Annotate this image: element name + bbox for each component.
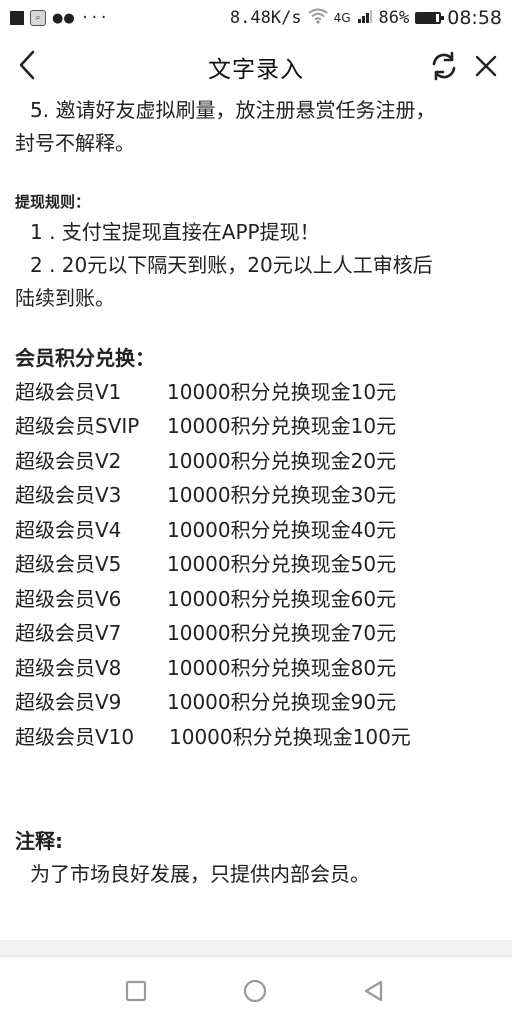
- system-back-button[interactable]: [358, 975, 390, 1007]
- wechat-icon: ●●: [52, 10, 75, 26]
- withdraw-rule-2-line-1: 2 . 20元以下隔天到账，20元以上人工审核后: [30, 253, 433, 277]
- member-level-name: 超级会员V9: [15, 690, 122, 715]
- close-button[interactable]: [470, 48, 502, 84]
- signal-label: 4G: [333, 11, 351, 25]
- rule-5-line-1: 5. 邀请好友虚拟刷量，放注册悬赏任务注册，: [30, 98, 436, 122]
- withdraw-heading: 提现规则：: [15, 193, 91, 211]
- bottom-divider: [0, 940, 512, 956]
- member-level-name: 超级会员V4: [15, 517, 122, 542]
- square-recent-apps-icon: [125, 980, 147, 1002]
- exchange-heading: 会员积分兑换：: [15, 346, 155, 370]
- status-bar: ⌕ ●● ··· 8.48K/s 4G 86% 08:58: [0, 0, 512, 36]
- status-bar-left: ⌕ ●● ···: [10, 10, 109, 26]
- member-exchange-rate: 10000积分兑换现金30元: [167, 483, 397, 508]
- circle-home-icon: [243, 979, 267, 1003]
- member-exchange-rate: 10000积分兑换现金50元: [167, 552, 397, 577]
- withdraw-rule-1: 1 . 支付宝提现直接在APP提现！: [30, 220, 320, 244]
- member-row: 超级会员V7 10000积分兑换现金70元: [15, 617, 500, 652]
- search-app-icon: ⌕: [30, 10, 46, 26]
- square-notification-icon: [10, 11, 24, 25]
- member-level-name: 超级会员V1: [15, 379, 122, 404]
- note-text: 为了市场良好发展，只提供内部会员。: [30, 861, 370, 886]
- member-level-name: 超级会员V3: [15, 483, 122, 508]
- member-row: 超级会员V10 10000积分兑换现金100元: [15, 720, 500, 755]
- member-row: 超级会员SVIP 10000积分兑换现金10元: [15, 410, 500, 445]
- triangle-back-icon: [364, 980, 383, 1002]
- member-row: 超级会员V9 10000积分兑换现金90元: [15, 686, 500, 721]
- member-level-name: 超级会员SVIP: [15, 414, 140, 439]
- note-heading: 注释:: [15, 828, 63, 853]
- member-exchange-rate: 10000积分兑换现金80元: [167, 655, 397, 680]
- rules-content: 5. 邀请好友虚拟刷量，放注册悬赏任务注册， 封号不解释。 提现规则： 1 . …: [15, 94, 500, 891]
- member-level-name: 超级会员V8: [15, 655, 122, 680]
- recent-apps-button[interactable]: [120, 975, 152, 1007]
- rule-5-line-2: 封号不解释。: [15, 131, 135, 155]
- member-exchange-rate: 10000积分兑换现金20元: [167, 448, 397, 473]
- member-row: 超级会员V4 10000积分兑换现金40元: [15, 513, 500, 548]
- home-button[interactable]: [239, 975, 271, 1007]
- network-speed: 8.48K/s: [229, 8, 302, 28]
- battery-icon: [415, 12, 445, 24]
- member-level-name: 超级会员V5: [15, 552, 122, 577]
- member-level-name: 超级会员V10: [15, 724, 135, 749]
- member-level-name: 超级会员V7: [15, 621, 122, 646]
- member-exchange-list: 超级会员V1 10000积分兑换现金10元 超级会员SVIP 10000积分兑换现金1…: [15, 375, 500, 755]
- member-exchange-rate: 10000积分兑换现金70元: [167, 621, 397, 646]
- app-header: 文字录入: [0, 40, 512, 90]
- status-bar-right: 8.48K/s 4G 86% 08:58: [230, 7, 502, 29]
- member-row: 超级会员V1 10000积分兑换现金10元: [15, 375, 500, 410]
- member-exchange-rate: 10000积分兑换现金40元: [167, 517, 397, 542]
- member-exchange-rate: 10000积分兑换现金10元: [167, 414, 397, 439]
- close-icon: [475, 55, 497, 77]
- battery-percent: 86%: [378, 8, 410, 28]
- member-row: 超级会员V3 10000积分兑换现金30元: [15, 479, 500, 514]
- signal-icon: [357, 8, 373, 28]
- battery-fill: [417, 14, 437, 22]
- clock: 08:58: [447, 7, 502, 29]
- wifi-icon: [307, 8, 328, 28]
- member-row: 超级会员V2 10000积分兑换现金20元: [15, 444, 500, 479]
- member-row: 超级会员V8 10000积分兑换现金80元: [15, 651, 500, 686]
- member-level-name: 超级会员V2: [15, 448, 122, 473]
- refresh-icon: [432, 51, 456, 81]
- member-row: 超级会员V6 10000积分兑换现金60元: [15, 582, 500, 617]
- member-level-name: 超级会员V6: [15, 586, 122, 611]
- refresh-button[interactable]: [426, 48, 462, 84]
- system-nav-bar: [0, 956, 512, 1024]
- member-exchange-rate: 10000积分兑换现金90元: [167, 690, 397, 715]
- member-row: 超级会员V5 10000积分兑换现金50元: [15, 548, 500, 583]
- member-exchange-rate: 10000积分兑换现金100元: [169, 724, 411, 749]
- more-notifications-dots: ···: [80, 10, 109, 26]
- member-exchange-rate: 10000积分兑换现金10元: [167, 379, 397, 404]
- member-exchange-rate: 10000积分兑换现金60元: [167, 586, 397, 611]
- withdraw-rule-2-line-2: 陆续到账。: [15, 286, 115, 310]
